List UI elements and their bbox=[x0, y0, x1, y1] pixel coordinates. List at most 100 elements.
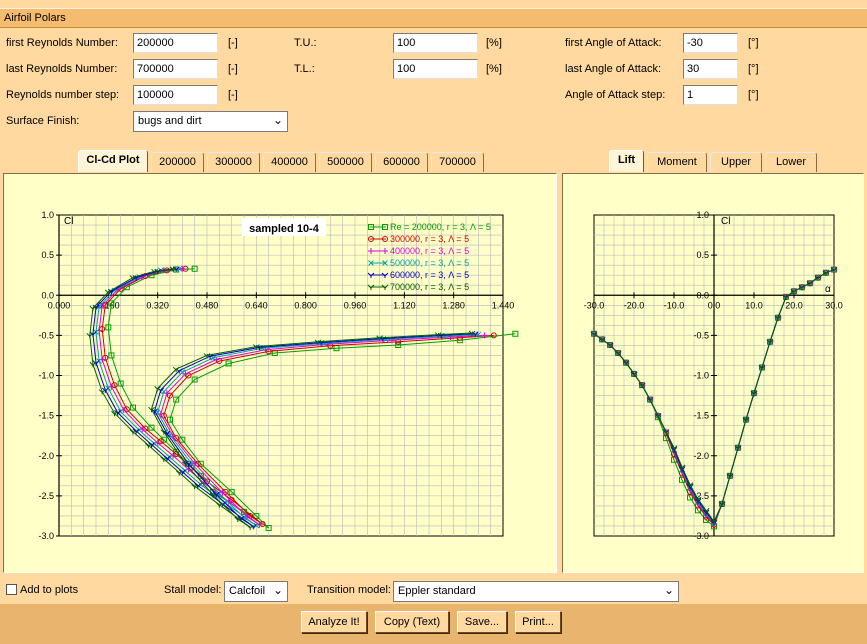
x-tick-label: 20.0 bbox=[785, 300, 803, 310]
y-tick-label: -0.5 bbox=[693, 330, 709, 340]
x-tick-label: 0.000 bbox=[48, 300, 71, 310]
x-tick-label: 0.800 bbox=[294, 300, 317, 310]
chevron-down-icon: ⌄ bbox=[272, 113, 283, 127]
last-aoa-unit: [°] bbox=[748, 63, 759, 75]
last-re-unit: [-] bbox=[228, 63, 238, 75]
y-tick-label: 1.0 bbox=[696, 210, 709, 220]
legend-entry: 500000, r = 3, Λ = 5 bbox=[390, 258, 469, 268]
legend-entry: 400000, r = 3, Λ = 5 bbox=[390, 246, 469, 256]
surface-finish-label: Surface Finish: bbox=[6, 115, 80, 127]
re-step-input[interactable] bbox=[133, 85, 218, 105]
tu-input[interactable] bbox=[393, 33, 478, 53]
tab-re-200000[interactable]: 200000 bbox=[151, 152, 204, 172]
tu-label: T.U.: bbox=[294, 37, 317, 49]
x-tick-label: 1.440 bbox=[492, 300, 515, 310]
print-button[interactable]: Print... bbox=[515, 611, 561, 633]
tab-re-700000[interactable]: 700000 bbox=[431, 152, 484, 172]
x-tick-label: 30.0 bbox=[825, 300, 843, 310]
chevron-down-icon: ⌄ bbox=[663, 583, 674, 597]
x-tick-label: 10.0 bbox=[745, 300, 763, 310]
stall-model-label: Stall model: bbox=[164, 584, 222, 596]
transition-model-label: Transition model: bbox=[307, 584, 391, 596]
x-tick-label: -30.0 bbox=[584, 300, 605, 310]
y-tick-label: -1.5 bbox=[38, 411, 54, 421]
cl-cd-plot-panel: 0.000 0.160 0.320 0.480 0.640 0.800 0.960 1.120… bbox=[3, 173, 557, 573]
tl-input[interactable] bbox=[393, 59, 478, 79]
first-aoa-unit: [°] bbox=[748, 37, 759, 49]
legend-entry: 300000, r = 3, Λ = 5 bbox=[390, 234, 469, 244]
x-tick-label: 0.480 bbox=[196, 300, 219, 310]
x-tick-label: 0.0 bbox=[708, 300, 721, 310]
last-aoa-input[interactable] bbox=[683, 59, 738, 79]
first-re-unit: [-] bbox=[228, 37, 238, 49]
x-tick-label: -10.0 bbox=[664, 300, 685, 310]
surface-finish-select[interactable]: bugs and dirt ⌄ bbox=[133, 111, 288, 132]
y-tick-label: -1.0 bbox=[38, 371, 54, 381]
x-tick-label: 0.640 bbox=[245, 300, 268, 310]
tab-upper[interactable]: Upper bbox=[710, 152, 762, 172]
transition-model-value: Eppler standard bbox=[398, 585, 476, 597]
lift-chart: -30.0 -20.0 -10.0 0.0 10.0 20.0 30.0 1.0 0.5 0.0 -… bbox=[584, 210, 843, 541]
tab-moment[interactable]: Moment bbox=[647, 152, 707, 172]
copy-text-button[interactable]: Copy (Text) bbox=[375, 611, 449, 633]
y-tick-label: 0.0 bbox=[696, 290, 709, 300]
stall-model-select[interactable]: Calcfoil ⌄ bbox=[224, 581, 288, 602]
y-tick-label: -0.5 bbox=[38, 330, 54, 340]
left-y-axis-label: Cl bbox=[64, 216, 73, 227]
first-aoa-input[interactable] bbox=[683, 33, 738, 53]
aoa-step-label: Angle of Attack step: bbox=[565, 89, 666, 101]
legend-entry: Re = 200000, r = 3, Λ = 5 bbox=[390, 222, 491, 232]
tab-lower[interactable]: Lower bbox=[765, 152, 817, 172]
window-title: Airfoil Polars bbox=[0, 8, 867, 28]
y-tick-label: -3.0 bbox=[38, 531, 54, 541]
add-to-plots-checkbox[interactable] bbox=[6, 584, 17, 595]
legend-entry: 600000, r = 3, Λ = 5 bbox=[390, 270, 469, 280]
x-tick-label: 0.320 bbox=[146, 300, 169, 310]
tab-re-300000[interactable]: 300000 bbox=[207, 152, 260, 172]
y-tick-label: -2.0 bbox=[693, 451, 709, 461]
y-tick-label: 1.0 bbox=[41, 210, 54, 220]
x-tick-label: 1.280 bbox=[442, 300, 465, 310]
cl-cd-chart: 0.000 0.160 0.320 0.480 0.640 0.800 0.960 1.120… bbox=[38, 210, 519, 541]
last-re-input[interactable] bbox=[133, 59, 218, 79]
aoa-step-unit: [°] bbox=[748, 89, 759, 101]
first-re-label: first Reynolds Number: bbox=[6, 37, 118, 49]
re-step-unit: [-] bbox=[228, 89, 238, 101]
right-y-axis-label: Cl bbox=[721, 216, 730, 227]
x-tick-label: 0.960 bbox=[344, 300, 367, 310]
tab-lift[interactable]: Lift bbox=[609, 150, 644, 172]
tab-cl-cd-plot[interactable]: Cl-Cd Plot bbox=[78, 150, 148, 172]
tu-unit: [%] bbox=[486, 37, 502, 49]
legend-entry: 700000, r = 3, Λ = 5 bbox=[390, 282, 469, 292]
add-to-plots-label: Add to plots bbox=[20, 584, 79, 596]
y-tick-label: -3.0 bbox=[693, 531, 709, 541]
last-re-label: last Reynolds Number: bbox=[6, 63, 118, 75]
tl-unit: [%] bbox=[486, 63, 502, 75]
tl-label: T.L.: bbox=[294, 63, 315, 75]
y-tick-label: -1.0 bbox=[693, 371, 709, 381]
y-tick-label: -1.5 bbox=[693, 411, 709, 421]
x-tick-label: 1.120 bbox=[393, 300, 416, 310]
y-tick-label: -2.5 bbox=[38, 491, 54, 501]
right-x-axis-label: α bbox=[825, 284, 831, 295]
first-aoa-label: first Angle of Attack: bbox=[565, 37, 662, 49]
y-tick-label: 0.5 bbox=[41, 250, 54, 260]
stall-model-value: Calcfoil bbox=[229, 585, 266, 597]
first-re-input[interactable] bbox=[133, 33, 218, 53]
analyze-button[interactable]: Analyze It! bbox=[301, 611, 367, 633]
tab-re-600000[interactable]: 600000 bbox=[375, 152, 428, 172]
lift-plot-panel: -30.0 -20.0 -10.0 0.0 10.0 20.0 30.0 1.0 0.5 0.0 -… bbox=[562, 173, 864, 573]
y-tick-label: -2.0 bbox=[38, 451, 54, 461]
transition-model-select[interactable]: Eppler standard ⌄ bbox=[393, 581, 679, 602]
y-tick-label: 0.5 bbox=[696, 250, 709, 260]
x-tick-label: -20.0 bbox=[624, 300, 645, 310]
chevron-down-icon: ⌄ bbox=[272, 583, 283, 597]
tab-re-500000[interactable]: 500000 bbox=[319, 152, 372, 172]
chart-title: sampled 10-4 bbox=[249, 223, 320, 235]
last-aoa-label: last Angle of Attack: bbox=[565, 63, 662, 75]
aoa-step-input[interactable] bbox=[683, 85, 738, 105]
re-step-label: Reynolds number step: bbox=[6, 89, 120, 101]
save-button[interactable]: Save... bbox=[457, 611, 507, 633]
surface-finish-value: bugs and dirt bbox=[138, 115, 202, 127]
tab-re-400000[interactable]: 400000 bbox=[263, 152, 316, 172]
